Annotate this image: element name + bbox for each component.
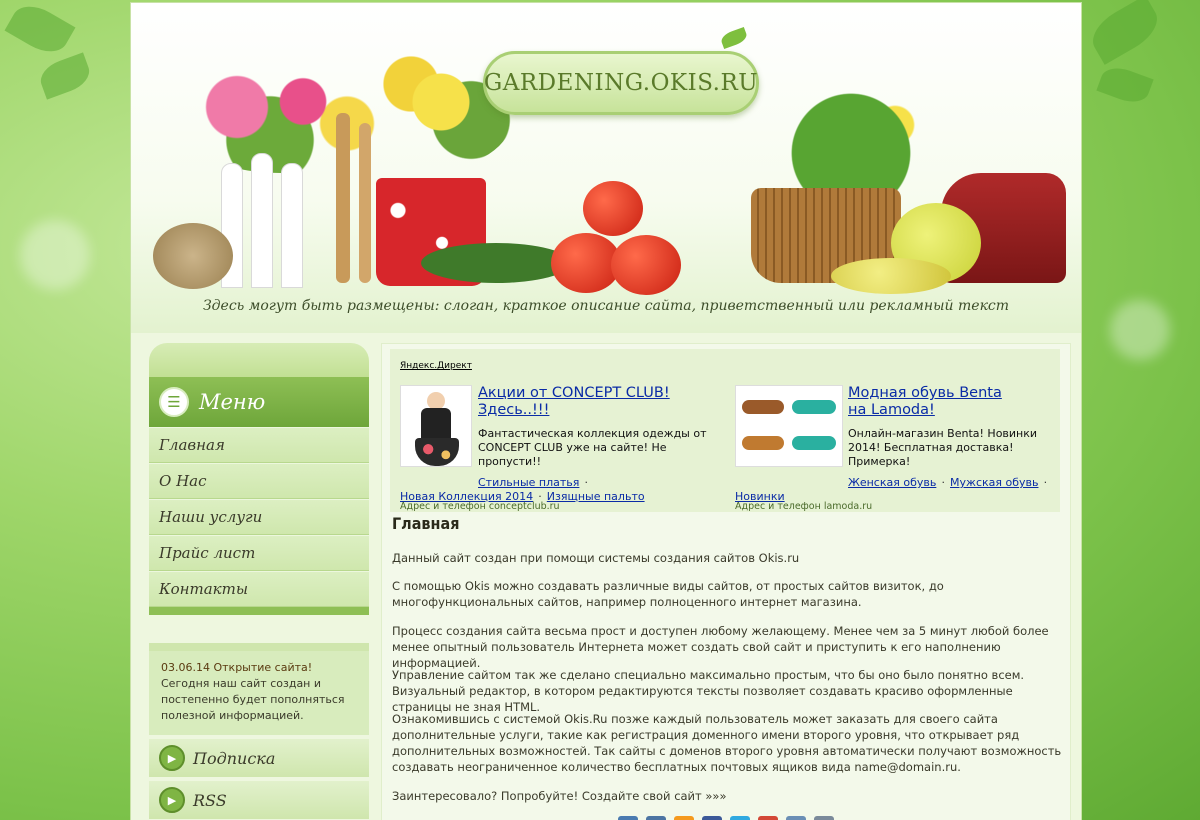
- content-paragraph: Управление сайтом так же сделано специал…: [392, 668, 1025, 714]
- content-paragraph: Ознакомившись с системой Okis.Ru позже к…: [392, 712, 1062, 774]
- sprout-icon: [719, 26, 749, 50]
- arrow-right-icon: ▶: [159, 787, 185, 813]
- menu-item-about[interactable]: О Нас: [149, 463, 369, 499]
- ad-item: Модная обувь Benta на Lamoda! Онлайн-маг…: [735, 385, 1055, 512]
- dress-photo-icon[interactable]: [400, 385, 472, 467]
- twine-ball-illustration: [153, 223, 233, 289]
- background-leaf: [4, 0, 76, 61]
- ad-text: Фантастическая коллекция одежды от CONCE…: [478, 427, 707, 468]
- garden-tools-illustration: [359, 123, 371, 283]
- menu-item-pricelist[interactable]: Прайс лист: [149, 535, 369, 571]
- news-title-link[interactable]: Открытие сайта!: [213, 661, 312, 674]
- fence-illustration: [251, 153, 273, 288]
- ad-item: Акции от CONCEPT CLUB! Здесь..!!! Фантас…: [400, 385, 720, 512]
- tomato-illustration: [611, 235, 681, 295]
- yandex-direct-block: Яндекс.Директ Акции от CONCEPT CLUB! Зде…: [390, 349, 1060, 512]
- news-heading: 03.06.14 Открытие сайта!: [161, 661, 357, 674]
- subscribe-button[interactable]: ▶ Подписка: [149, 739, 369, 777]
- ad-sitelink[interactable]: Мужская обувь: [950, 476, 1038, 489]
- odnoklassniki-icon[interactable]: o: [674, 816, 694, 820]
- ad-domain[interactable]: Адрес и телефон conceptclub.ru: [400, 501, 560, 512]
- menu-list-icon: ☰: [159, 387, 189, 417]
- google-plus-icon[interactable]: g: [758, 816, 778, 820]
- site-logo[interactable]: GARDENING.OKIS.RU: [483, 51, 759, 115]
- news-text: Сегодня наш сайт создан и постепенно буд…: [161, 677, 345, 722]
- sidebar: ☰ Меню Главная О Нас Наши услуги Прайс л…: [149, 343, 369, 819]
- arrow-right-icon: ▶: [159, 745, 185, 771]
- page-title: Главная: [392, 514, 460, 533]
- background-glow: [20, 220, 90, 290]
- separator: ·: [1043, 476, 1048, 489]
- menu-title: Меню: [199, 390, 266, 414]
- bookmark-icon[interactable]: ★: [814, 816, 834, 820]
- flower-bouquet-illustration: [171, 63, 391, 173]
- ad-sitelink[interactable]: Женская обувь: [848, 476, 936, 489]
- menu-top-cap: [149, 343, 369, 377]
- rss-button[interactable]: ▶ RSS: [149, 781, 369, 819]
- apples-illustration: [831, 258, 951, 294]
- ad-title-link[interactable]: Акции от CONCEPT CLUB! Здесь..!!!: [478, 385, 698, 419]
- content-paragraph: С помощью Okis можно создавать различные…: [392, 579, 944, 609]
- background-leaf: [36, 52, 94, 100]
- background-glow: [1110, 300, 1170, 360]
- ad-title-link[interactable]: Модная обувь Benta на Lamoda!: [848, 385, 1018, 419]
- news-date: 03.06.14: [161, 661, 210, 674]
- facebook-icon[interactable]: f: [702, 816, 722, 820]
- page-container: GARDENING.OKIS.RU Здесь могут быть разме…: [130, 2, 1082, 820]
- garden-tools-illustration: [336, 113, 350, 283]
- content-cta-link[interactable]: Заинтересовало? Попробуйте! Создайте сво…: [392, 788, 1068, 804]
- separator: ·: [941, 476, 945, 489]
- ad-sitelink[interactable]: Изящные пальто: [547, 490, 645, 503]
- ad-domain[interactable]: Адрес и телефон lamoda.ru: [735, 501, 872, 512]
- background-leaf: [1084, 0, 1166, 65]
- fence-illustration: [281, 163, 303, 288]
- ad-sitelink-row: Женская обувь · Мужская обувь ·: [848, 471, 1047, 490]
- cucumber-illustration: [421, 243, 571, 283]
- tomato-illustration: [583, 181, 643, 236]
- menu-bottom-bar: [149, 607, 369, 615]
- background-leaf: [1096, 62, 1154, 108]
- sandals-photo-icon[interactable]: [735, 385, 843, 467]
- menu-header: ☰ Меню: [149, 377, 369, 427]
- ad-text: Онлайн-магазин Benta! Новинки 2014! Бесп…: [848, 427, 1038, 468]
- twitter-icon[interactable]: t: [730, 816, 750, 820]
- site-slogan: Здесь могут быть размещены: слоган, крат…: [202, 298, 1010, 314]
- news-block: 03.06.14 Открытие сайта! Сегодня наш сай…: [149, 643, 369, 735]
- social-share-bar: ✎ B o f t g @ ★: [618, 816, 834, 820]
- menu-item-contacts[interactable]: Контакты: [149, 571, 369, 607]
- main-content: Яндекс.Директ Акции от CONCEPT CLUB! Зде…: [381, 343, 1071, 820]
- mail-icon[interactable]: @: [786, 816, 806, 820]
- subscribe-label: Подписка: [193, 748, 276, 768]
- menu-item-home[interactable]: Главная: [149, 427, 369, 463]
- rss-label: RSS: [193, 790, 227, 810]
- vk-icon[interactable]: B: [646, 816, 666, 820]
- blog-icon[interactable]: ✎: [618, 816, 638, 820]
- content-paragraph: Данный сайт создан при помощи системы со…: [392, 551, 800, 565]
- site-header: GARDENING.OKIS.RU Здесь могут быть разме…: [131, 3, 1081, 333]
- menu-item-services[interactable]: Наши услуги: [149, 499, 369, 535]
- logo-text: GARDENING.OKIS.RU: [483, 70, 759, 96]
- content-paragraph: Процесс создания сайта весьма прост и до…: [392, 624, 1049, 670]
- yandex-direct-label[interactable]: Яндекс.Директ: [400, 361, 472, 371]
